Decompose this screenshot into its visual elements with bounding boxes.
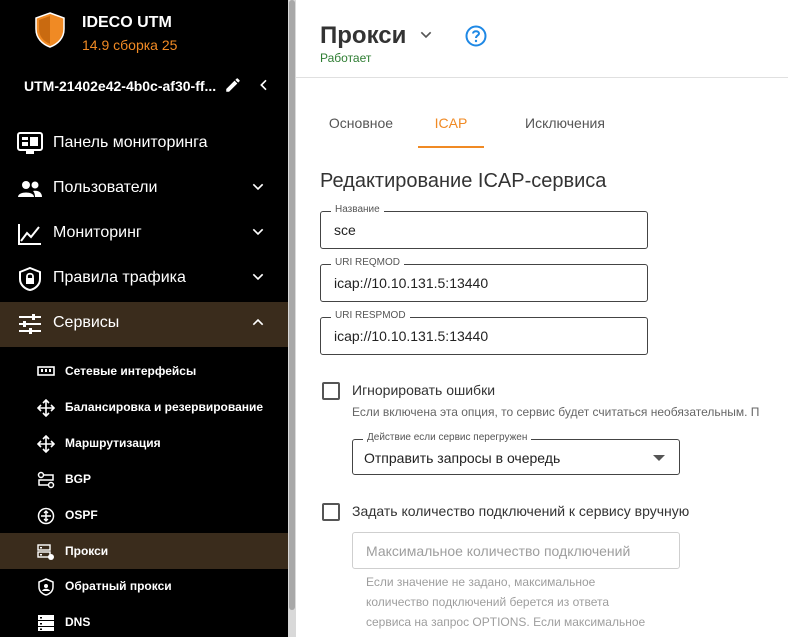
chart-line-icon [17,222,43,251]
subnav-item-dns[interactable]: DNS [0,604,288,637]
ignore-errors-checkbox[interactable] [322,382,340,400]
subnav-label: Балансировка и резервирование [65,400,264,414]
overload-action-value: Отправить запросы в очередь [364,450,561,466]
manual-connections-label[interactable]: Задать количество подключений к сервису … [352,503,689,519]
nav-label: Сервисы [53,314,120,331]
ignore-errors-hint: Если включена эта опция, то сервис будет… [352,405,760,419]
proxy-server-icon [37,543,55,566]
subnav-item-ospf[interactable]: OSPF [0,497,288,533]
subnav-item-bgp[interactable]: BGP [0,461,288,497]
network-interface-icon [37,363,55,384]
nav-label: Мониторинг [53,224,142,241]
subnav-item-reverse-proxy[interactable]: Обратный прокси [0,568,288,604]
nav-label: Правила трафика [53,269,186,286]
subnav-item-balancing[interactable]: Балансировка и резервирование [0,389,288,425]
chevron-down-icon [250,224,266,245]
nav-label: Панель мониторинга [53,134,208,151]
nav-item-users[interactable]: Пользователи [0,167,288,212]
lock-shield-icon [17,266,43,296]
respmod-field[interactable]: URI RESPMOD icap://10.10.131.5:13440 [320,310,648,355]
subnav-item-routing[interactable]: Маршрутизация [0,425,288,461]
nav-item-monitoring[interactable]: Мониторинг [0,212,288,257]
subnav-item-network-interfaces[interactable]: Сетевые интерфейсы [0,353,288,389]
subnav-label: Обратный прокси [65,579,172,593]
subnav-label: DNS [65,615,91,629]
reqmod-field-value: icap://10.10.131.5:13440 [334,275,489,291]
respmod-field-label: URI RESPMOD [331,310,410,321]
nav-label: Пользователи [53,179,158,196]
name-field-value: sce [334,222,356,238]
dns-server-icon [37,614,55,637]
edit-pencil-icon[interactable] [224,76,242,99]
max-connections-placeholder: Максимальное количество подключений [366,543,631,559]
sliders-icon [17,312,43,341]
sidebar-scrollbar-thumb[interactable] [289,0,295,610]
chevron-up-icon [250,314,266,335]
users-icon [17,177,43,206]
chevron-down-icon[interactable] [418,27,434,48]
brand-version: 14.9 сборка 25 [82,37,178,53]
brand-logo-icon [34,12,66,53]
page-title: Прокси [320,22,407,49]
subnav-label: Маршрутизация [65,436,161,450]
ospf-icon [37,507,55,530]
subnav-label: OSPF [65,508,98,522]
subnav-label: Прокси [65,544,109,558]
subnav-item-proxy[interactable]: Прокси [0,533,288,569]
help-icon[interactable] [465,25,487,52]
name-field-label: Название [331,204,384,215]
overload-action-label: Действие если сервис перегружен [363,432,532,443]
reqmod-field[interactable]: URI REQMOD icap://10.10.131.5:13440 [320,257,648,302]
nav-item-dashboard[interactable]: Панель мониторинга [0,122,288,167]
manual-connections-checkbox[interactable] [322,503,340,521]
brand-name: IDECO UTM [82,14,172,31]
ignore-errors-label[interactable]: Игнорировать ошибки [352,382,495,398]
tab-main[interactable]: Основное [320,100,402,148]
tab-icap[interactable]: ICAP [418,100,484,148]
subnav-label: Сетевые интерфейсы [65,364,197,378]
reverse-proxy-shield-icon [37,578,55,601]
collapse-sidebar-icon[interactable] [256,77,272,98]
reqmod-field-label: URI REQMOD [331,257,404,268]
dashboard-icon [17,132,43,161]
tab-exceptions[interactable]: Исключения [510,100,620,148]
max-connections-note-line-2: количество подключений берется из ответа [366,595,610,609]
bgp-icon [37,471,55,494]
page-status: Работает [320,51,372,65]
dropdown-arrow-icon [653,455,665,461]
respmod-field-value: icap://10.10.131.5:13440 [334,328,489,344]
nav-item-services[interactable]: Сервисы [0,302,288,347]
main-content: Прокси Работает Основное ICAP Исключения… [296,0,788,637]
nav-item-traffic-rules[interactable]: Правила трафика [0,257,288,302]
sidebar: IDECO UTM 14.9 сборка 25 UTM-21402e42-4b… [0,0,288,637]
move-arrows-icon [36,398,56,422]
device-name: UTM-21402e42-4b0c-af30-ff... [24,78,217,94]
routing-arrows-icon [36,434,56,458]
max-connections-input: Максимальное количество подключений [352,532,680,569]
max-connections-note-line-3: сервиса на запрос OPTIONS. Если максимал… [366,615,646,629]
chevron-down-icon [250,269,266,290]
overload-action-select[interactable]: Действие если сервис перегружен Отправит… [352,432,680,475]
section-title: Редактирование ICAP-сервиса [320,170,607,192]
max-connections-note-line-1: Если значение не задано, максимальное [366,575,596,589]
chevron-down-icon [250,179,266,200]
page-header: Прокси Работает [296,0,788,78]
name-field[interactable]: Название sce [320,204,648,249]
subnav-label: BGP [65,472,92,486]
device-row: UTM-21402e42-4b0c-af30-ff... [24,76,274,98]
sidebar-scrollbar[interactable] [288,0,296,637]
